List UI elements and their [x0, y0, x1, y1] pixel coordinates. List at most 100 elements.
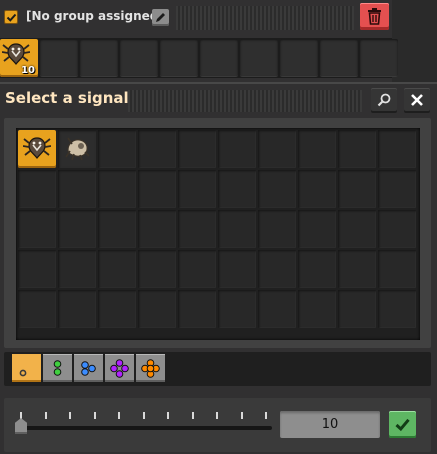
signal-slot-empty	[338, 130, 376, 168]
signal-slot-empty[interactable]	[40, 39, 78, 77]
slider-tick	[69, 412, 71, 419]
signal-slot-empty	[378, 170, 416, 208]
signal-slot-empty	[258, 130, 296, 168]
quality-tab[interactable]	[43, 354, 72, 382]
signal-slot-empty	[378, 290, 416, 328]
slider-tick	[142, 412, 145, 419]
signal-slot-empty	[218, 290, 256, 328]
slider-tick	[44, 412, 47, 419]
value-slider[interactable]	[16, 426, 272, 430]
signal-slot-empty	[138, 210, 176, 248]
signal-slot-empty	[18, 210, 56, 248]
group-row: [No group assigned]	[0, 0, 400, 36]
slider-tick	[216, 412, 218, 419]
signal-panel-background: [No group assigned] 10	[0, 0, 437, 82]
signal-slot-empty	[18, 170, 56, 208]
signal-slot-empty	[178, 250, 216, 288]
signal-slot-empty[interactable]	[200, 39, 238, 77]
signal-grid-frame	[4, 118, 431, 348]
signal-slot-empty[interactable]	[280, 39, 318, 77]
value-controls: 10	[4, 398, 431, 452]
group-label: [No group assigned]	[26, 9, 164, 23]
signal-slot-empty	[298, 290, 336, 328]
signal-slot-empty[interactable]	[120, 39, 158, 77]
signal-slot-empty	[378, 250, 416, 288]
signal-slot-empty	[258, 210, 296, 248]
signal-slot-empty	[18, 250, 56, 288]
signal-slot-empty	[338, 210, 376, 248]
signal-slot-empty	[138, 170, 176, 208]
signal-slot-empty	[138, 130, 176, 168]
signal-slot-empty[interactable]	[360, 39, 398, 77]
signal-slot-empty	[178, 290, 216, 328]
signal-slot-empty	[218, 210, 256, 248]
slider-handle[interactable]	[15, 418, 27, 434]
signal-slot-empty	[298, 250, 336, 288]
signal-slot-empty	[58, 250, 96, 288]
signal-slot-empty	[378, 130, 416, 168]
slider-tick	[118, 412, 120, 419]
signal-slot-empty	[298, 170, 336, 208]
slider-tick	[240, 412, 243, 419]
value-input[interactable]: 10	[280, 411, 380, 438]
signal-slot-empty	[178, 170, 216, 208]
slider-tick	[191, 412, 194, 419]
quality-tab[interactable]	[105, 354, 134, 382]
close-button[interactable]	[404, 88, 430, 113]
signal-slot-empty[interactable]	[160, 39, 198, 77]
signal-option[interactable]	[18, 130, 56, 168]
slider-tick	[93, 412, 96, 419]
signal-slot-empty	[178, 210, 216, 248]
signal-slot-empty	[58, 210, 96, 248]
trash-icon	[368, 8, 381, 25]
signal-slot-empty[interactable]	[240, 39, 278, 77]
quality-tab[interactable]	[12, 354, 41, 382]
signal-slot-empty	[258, 250, 296, 288]
signal-slot-empty	[338, 170, 376, 208]
signal-slot-empty	[218, 130, 256, 168]
signal-slot-filled[interactable]: 10	[0, 39, 38, 77]
confirm-button[interactable]	[389, 411, 416, 438]
signal-slot-empty	[138, 290, 176, 328]
quality-tabs	[4, 352, 431, 386]
side-strip	[392, 0, 437, 82]
edit-group-button[interactable]	[152, 9, 169, 26]
delete-button[interactable]	[360, 3, 389, 30]
search-button[interactable]	[371, 88, 397, 113]
slider-tick	[265, 412, 267, 419]
quality-tab[interactable]	[74, 354, 103, 382]
quality-tab[interactable]	[136, 354, 165, 382]
signal-slot-empty	[378, 210, 416, 248]
select-signal-dialog: Select a signal 10	[0, 82, 437, 454]
signal-slot-empty[interactable]	[80, 39, 118, 77]
signal-slot-empty	[138, 250, 176, 288]
slot-count: 10	[21, 65, 35, 76]
slider-tick	[167, 412, 169, 419]
search-icon	[377, 93, 391, 107]
signal-slot-empty	[98, 170, 136, 208]
checkmark-icon	[395, 418, 410, 432]
group-checkbox[interactable]	[4, 10, 18, 24]
signal-slot-empty	[58, 290, 96, 328]
signal-slot-empty	[98, 130, 136, 168]
pencil-icon	[156, 13, 165, 22]
signal-slot-empty	[58, 170, 96, 208]
signal-slot-empty	[98, 210, 136, 248]
signal-slot-empty	[218, 250, 256, 288]
header-filler	[176, 6, 354, 30]
signal-slot-empty	[298, 130, 336, 168]
checkmark-icon	[6, 13, 17, 22]
signal-slot-empty[interactable]	[320, 39, 358, 77]
slider-tick	[20, 412, 22, 419]
signal-option[interactable]	[58, 130, 96, 168]
signal-slot-empty	[258, 290, 296, 328]
signal-slot-empty	[298, 210, 336, 248]
signal-slot-empty	[98, 250, 136, 288]
close-icon	[411, 94, 423, 106]
signal-slot-empty	[338, 250, 376, 288]
signal-slot-empty	[218, 170, 256, 208]
signal-slot-empty	[338, 290, 376, 328]
signal-slots-row: 10	[0, 38, 398, 78]
title-drag-handle[interactable]	[128, 90, 362, 112]
dialog-title: Select a signal	[5, 89, 129, 107]
